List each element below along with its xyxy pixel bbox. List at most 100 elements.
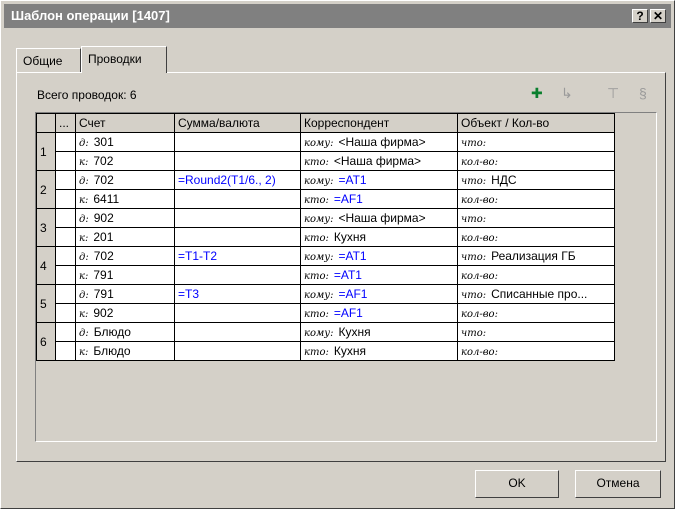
entry-line[interactable]: 4 д: 702 =T1-T2 кому: =AT1 что: Реализация ГБ (36, 246, 615, 285)
add-entry-icon[interactable]: ✚ (531, 85, 543, 102)
account-cell[interactable]: к: Блюдо (75, 341, 175, 361)
object-cell[interactable]: что: (457, 132, 615, 152)
help-button[interactable]: ? (632, 9, 648, 23)
correspondent-value: =AT1 (333, 268, 362, 282)
ok-button[interactable]: OK (475, 470, 559, 498)
tab-general[interactable]: Общие (16, 48, 81, 72)
account-cell[interactable]: д: 902 (75, 208, 175, 228)
account-cell[interactable]: д: 702 (75, 170, 175, 190)
account-value: 6411 (93, 192, 120, 206)
object-cell[interactable]: кол-во: (457, 151, 615, 171)
row-marker (55, 322, 76, 342)
account-cell[interactable]: к: 791 (75, 265, 175, 285)
account-cell[interactable]: к: 702 (75, 151, 175, 171)
correspondent-cell[interactable]: кто: =AF1 (300, 303, 458, 323)
row-marker (55, 303, 76, 323)
entry-line[interactable]: к: 791 кто: =AT1 кол-во: (37, 265, 615, 285)
entry-line[interactable]: 6 д: Блюдо кому: Кухня что: (36, 322, 615, 361)
correspondent-cell[interactable]: кому: =AT1 (300, 170, 458, 190)
sum-cell[interactable]: =T3 (174, 284, 301, 304)
account-cell[interactable]: д: 791 (75, 284, 175, 304)
account-cell[interactable]: к: 902 (75, 303, 175, 323)
side-prefix: к: (79, 157, 89, 168)
account-cell[interactable]: д: 301 (75, 132, 175, 152)
correspondent-prefix: кому: (304, 328, 334, 339)
sum-cell[interactable]: =Round2(T1/6., 2) (174, 170, 301, 190)
correspondent-prefix: кто: (304, 157, 329, 168)
entry-line[interactable]: 3 д: 902 кому: <Наша фирма> что: (36, 208, 615, 247)
correspondent-cell[interactable]: кому: =AF1 (300, 284, 458, 304)
sum-cell[interactable] (174, 189, 301, 209)
sum-cell[interactable] (174, 303, 301, 323)
entry-line[interactable]: к: 6411 кто: =AF1 кол-во: (37, 189, 615, 209)
entry-number: 6 (36, 322, 56, 361)
sum-cell[interactable] (174, 322, 301, 342)
account-cell[interactable]: д: Блюдо (75, 322, 175, 342)
account-cell[interactable]: к: 6411 (75, 189, 175, 209)
correspondent-cell[interactable]: кому: =AT1 (300, 246, 458, 266)
object-cell[interactable]: кол-во: (457, 341, 615, 361)
account-cell[interactable]: д: 702 (75, 246, 175, 266)
entry-line[interactable]: к: 201 кто: Кухня кол-во: (37, 227, 615, 247)
account-value: 902 (93, 306, 114, 320)
account-value: 702 (93, 154, 114, 168)
link-icon[interactable]: § (639, 85, 647, 101)
close-button[interactable]: ✕ (650, 9, 666, 23)
object-cell[interactable]: что: Списанные про... (457, 284, 615, 304)
sum-cell[interactable] (174, 227, 301, 247)
correspondent-cell[interactable]: кто: Кухня (300, 341, 458, 361)
column-header: Счет (75, 113, 175, 133)
entry-line[interactable]: 5 д: 791 =T3 кому: =AF1 что: Списанные про... (36, 284, 615, 323)
row-marker (55, 341, 76, 361)
object-cell[interactable]: кол-во: (457, 265, 615, 285)
account-cell[interactable]: к: 201 (75, 227, 175, 247)
sum-cell[interactable] (174, 341, 301, 361)
object-cell[interactable]: что: (457, 208, 615, 228)
object-prefix: кол-во: (461, 195, 498, 206)
correspondent-prefix: кому: (304, 252, 334, 263)
sum-cell[interactable] (174, 151, 301, 171)
entry-line[interactable]: 2 д: 702 =Round2(T1/6., 2) кому: =AT1 что: НДС (36, 170, 615, 209)
entries-count: Всего проводок: 6 (37, 88, 137, 102)
object-cell[interactable]: кол-во: (457, 303, 615, 323)
side-prefix: к: (79, 195, 89, 206)
correspondent-value: =AT1 (338, 249, 367, 263)
correspondent-value: Кухня (333, 230, 366, 244)
object-cell[interactable]: кол-во: (457, 189, 615, 209)
tab-entries[interactable]: Проводки (81, 46, 167, 73)
tab-label: Общие (23, 54, 63, 68)
object-cell[interactable]: кол-во: (457, 227, 615, 247)
correspondent-cell[interactable]: кому: <Наша фирма> (300, 132, 458, 152)
account-value: 791 (93, 287, 114, 301)
entry-line[interactable]: к: 702 кто: <Наша фирма> кол-во: (37, 151, 615, 171)
correspondent-cell[interactable]: кто: =AF1 (300, 189, 458, 209)
account-value: 301 (93, 135, 114, 149)
correspondent-cell[interactable]: кто: =AT1 (300, 265, 458, 285)
object-cell[interactable]: что: (457, 322, 615, 342)
side-prefix: к: (79, 271, 89, 282)
correspondent-prefix: кому: (304, 290, 334, 301)
account-value: Блюдо (93, 325, 131, 339)
cancel-button[interactable]: Отмена (575, 470, 661, 498)
title-bar: Шаблон операции [1407] ? ✕ (4, 4, 671, 28)
sum-cell[interactable]: =T1-T2 (174, 246, 301, 266)
entry-line[interactable]: 1 д: 301 кому: <Наша фирма> что: (36, 132, 615, 171)
object-cell[interactable]: что: Реализация ГБ (457, 246, 615, 266)
account-value: 902 (93, 211, 114, 225)
tab-label: Проводки (88, 52, 142, 66)
account-value: Блюдо (93, 344, 131, 358)
correspondent-cell[interactable]: кому: <Наша фирма> (300, 208, 458, 228)
sum-cell[interactable] (174, 265, 301, 285)
object-cell[interactable]: что: НДС (457, 170, 615, 190)
edit-entry-icon[interactable]: ↳ (561, 85, 573, 102)
sum-cell[interactable] (174, 208, 301, 228)
entry-line[interactable]: к: 902 кто: =AF1 кол-во: (37, 303, 615, 323)
entry-line[interactable]: к: Блюдо кто: Кухня кол-во: (37, 341, 615, 361)
object-prefix: что: (461, 138, 487, 149)
correspondent-cell[interactable]: кто: <Наша фирма> (300, 151, 458, 171)
side-prefix: д: (79, 176, 89, 187)
correspondent-cell[interactable]: кто: Кухня (300, 227, 458, 247)
correspondent-cell[interactable]: кому: Кухня (300, 322, 458, 342)
filter-icon[interactable]: ⊤ (607, 85, 619, 102)
sum-cell[interactable] (174, 132, 301, 152)
